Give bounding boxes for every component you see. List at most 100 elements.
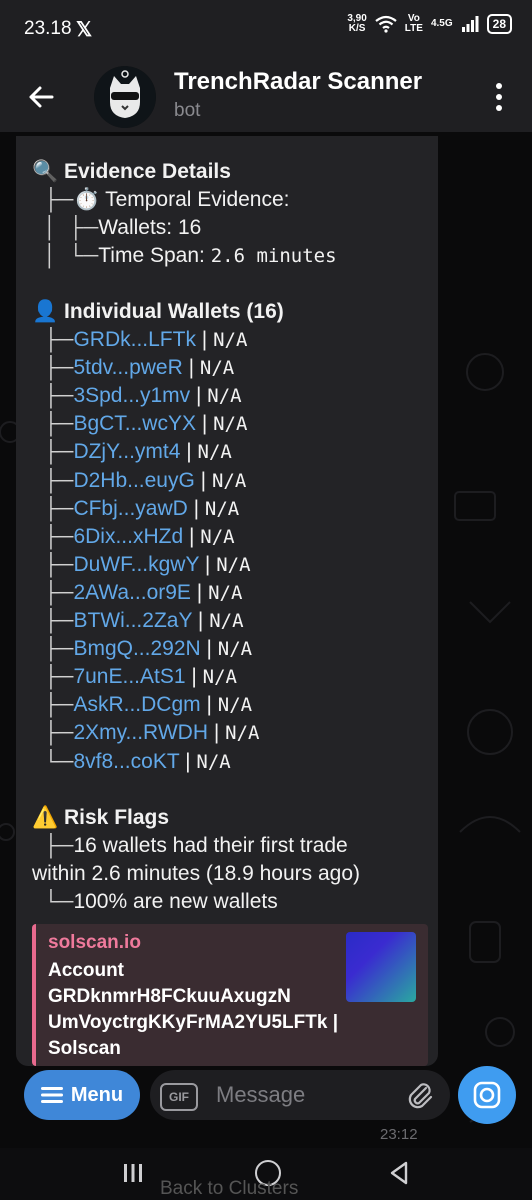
preview-thumbnail: [346, 932, 416, 1002]
x-app-icon: 𝕏: [76, 19, 93, 41]
recents-icon[interactable]: [122, 1162, 144, 1184]
message-input-bar: Menu GIF Message: [0, 1060, 532, 1130]
link-preview-card[interactable]: solscan.io Account GRDknmrH8FCkuuAxugzN …: [32, 924, 428, 1066]
wallet-value: N/A: [213, 329, 248, 351]
message-timestamp: 23:12: [380, 1126, 418, 1143]
wallet-value: N/A: [217, 694, 253, 716]
wallet-value: N/A: [217, 638, 253, 660]
wallet-row: ├─AskR...DCgm | N/A: [32, 693, 253, 716]
back-arrow-icon[interactable]: [26, 82, 56, 112]
wallet-row: ├─BmgQ...292N | N/A: [32, 637, 253, 660]
preview-line-4: Solscan: [48, 1038, 121, 1059]
wallet-address-link[interactable]: 8vf8...coKT: [73, 750, 179, 773]
wallet-value: N/A: [196, 751, 231, 773]
wallet-address-link[interactable]: CFbj...yawD: [73, 497, 187, 520]
wallet-row: ├─DZjY...ymt4 | N/A: [32, 440, 232, 463]
wallet-row: ├─BTWi...2ZaY | N/A: [32, 609, 244, 632]
risk-heading: ⚠️ Risk Flags: [32, 806, 170, 829]
wallet-value: N/A: [209, 610, 244, 632]
time-span-line: │ └─Time Span: 2.6 minutes: [32, 244, 337, 267]
wallet-address-link[interactable]: DuWF...kgwY: [73, 553, 199, 576]
chat-title[interactable]: TrenchRadar Scanner: [174, 68, 422, 96]
wallet-address-link[interactable]: GRDk...LFTk: [73, 328, 196, 351]
back-to-clusters-text: Back to Clusters: [160, 1178, 299, 1199]
net-speed-unit: K/S: [348, 23, 366, 34]
battery-indicator: 28: [486, 14, 512, 34]
wallet-address-link[interactable]: 7unE...AtS1: [73, 665, 185, 688]
chat-subtitle: bot: [174, 100, 201, 121]
warning-emoji-icon: ⚠️: [32, 806, 59, 829]
message-field[interactable]: GIF Message: [150, 1070, 450, 1120]
camera-icon: [473, 1081, 501, 1109]
wallet-value: N/A: [197, 441, 232, 463]
wallet-row: ├─CFbj...yawD | N/A: [32, 497, 240, 520]
wallet-row: ├─GRDk...LFTk | N/A: [32, 328, 248, 351]
status-icons: 3,90 K/S Vo LTE 4.5G 28: [347, 14, 512, 34]
wallet-value: N/A: [199, 357, 235, 379]
message-placeholder[interactable]: Message: [216, 1082, 305, 1108]
volte-indicator: Vo LTE: [404, 13, 423, 34]
wallet-address-link[interactable]: 2AWa...or9E: [73, 581, 191, 604]
network-type: 4.5G: [430, 18, 453, 29]
attach-paperclip-icon[interactable]: [404, 1080, 434, 1110]
wallet-address-link[interactable]: 3Spd...y1mv: [73, 384, 190, 407]
system-back-icon[interactable]: [388, 1160, 410, 1186]
signal-icon: [461, 16, 479, 32]
cat-logo-icon: [94, 66, 156, 128]
wallet-value: N/A: [216, 554, 251, 576]
evidence-heading: 🔍 Evidence Details: [32, 160, 231, 183]
net-speed: 3,90 K/S: [347, 14, 366, 34]
wallet-value: N/A: [207, 385, 242, 407]
wallet-address-link[interactable]: AskR...DCgm: [73, 693, 200, 716]
hamburger-icon: [40, 1087, 63, 1103]
wallets-count-line: │ ├─Wallets: 16: [32, 216, 202, 239]
wallet-address-link[interactable]: 5tdv...pweR: [73, 356, 182, 379]
preview-site-name: solscan.io: [48, 932, 141, 953]
preview-line-3: UmVoyctrgKKyFrMA2YU5LFTk |: [48, 1012, 339, 1033]
risk-line-1: ├─16 wallets had their first trade: [32, 834, 348, 857]
temporal-evidence-line: ├─⏱️ Temporal Evidence:: [32, 188, 290, 211]
camera-button[interactable]: [458, 1066, 516, 1124]
person-emoji-icon: 👤: [32, 300, 59, 323]
preview-line-1: Account: [48, 960, 124, 981]
gif-icon[interactable]: GIF: [160, 1083, 198, 1111]
wallet-value: N/A: [211, 470, 247, 492]
wallet-address-link[interactable]: D2Hb...euyG: [73, 469, 194, 492]
wallet-address-link[interactable]: BgCT...wcYX: [73, 412, 196, 435]
stopwatch-emoji-icon: ⏱️: [73, 188, 100, 211]
wallet-row: ├─BgCT...wcYX | N/A: [32, 412, 248, 435]
wallet-row: └─8vf8...coKT | N/A: [32, 750, 231, 773]
wallet-value: N/A: [202, 666, 237, 688]
wallet-value: N/A: [208, 582, 243, 604]
wallet-row: ├─6Dix...xHZd | N/A: [32, 525, 235, 548]
wallets-heading: 👤 Individual Wallets (16): [32, 300, 284, 323]
wallet-row: ├─D2Hb...euyG | N/A: [32, 469, 247, 492]
wallet-value: N/A: [213, 413, 248, 435]
wallet-row: ├─7unE...AtS1 | N/A: [32, 665, 237, 688]
wallet-value: N/A: [225, 722, 260, 744]
status-bar: 23.18 𝕏 3,90 K/S Vo LTE 4.5G 28: [0, 0, 532, 60]
more-options-icon[interactable]: [494, 80, 504, 114]
wallet-address-link[interactable]: BTWi...2ZaY: [73, 609, 192, 632]
magnifier-emoji-icon: 🔍: [32, 160, 59, 183]
system-nav-bar: Back to Clusters: [0, 1148, 532, 1200]
risk-line-3: └─100% are new wallets: [32, 890, 278, 913]
risk-line-2: within 2.6 minutes (18.9 hours ago): [32, 862, 361, 885]
wallet-address-link[interactable]: 6Dix...xHZd: [73, 525, 183, 548]
wallet-row: ├─DuWF...kgwY | N/A: [32, 553, 251, 576]
wallet-address-link[interactable]: BmgQ...292N: [73, 637, 200, 660]
wallet-value: N/A: [200, 526, 235, 548]
chat-header: TrenchRadar Scanner bot: [0, 60, 532, 132]
wallet-row: ├─2AWa...or9E | N/A: [32, 581, 243, 604]
time-span-value: 2.6 minutes: [210, 245, 337, 267]
wifi-icon: [375, 15, 397, 33]
wallet-address-link[interactable]: DZjY...ymt4: [73, 440, 180, 463]
wallet-value: N/A: [204, 498, 240, 520]
wallet-address-link[interactable]: 2Xmy...RWDH: [73, 721, 208, 744]
wallet-row: ├─5tdv...pweR | N/A: [32, 356, 235, 379]
bot-avatar[interactable]: [94, 66, 156, 128]
bot-menu-button[interactable]: Menu: [24, 1070, 140, 1120]
wallet-row: ├─2Xmy...RWDH | N/A: [32, 721, 260, 744]
status-time: 23.18: [24, 18, 72, 39]
preview-line-2: GRDknmrH8FCkuuAxugzN: [48, 986, 291, 1007]
